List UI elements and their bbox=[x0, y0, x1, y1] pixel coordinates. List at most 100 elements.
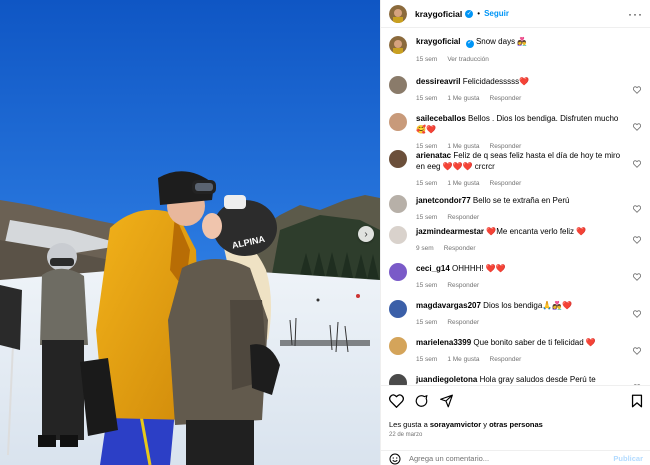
comment-username[interactable]: janetcondor77 bbox=[416, 196, 471, 205]
comment-row: janetcondor77 Bello se te extraña en Per… bbox=[389, 195, 643, 226]
comment-meta: 15 sem 1 Me gusta Responder bbox=[416, 354, 627, 365]
comment-username[interactable]: marielena3399 bbox=[416, 338, 471, 347]
avatar[interactable] bbox=[389, 300, 407, 318]
more-icon[interactable]: ··· bbox=[628, 8, 643, 20]
comment-time[interactable]: 15 sem bbox=[416, 212, 437, 223]
likes-joiner: y bbox=[481, 420, 490, 429]
comment-username[interactable]: dessireavril bbox=[416, 77, 460, 86]
caption: kraygoficial ✓ Snow days 👩‍❤️‍👨 15 sem V… bbox=[389, 36, 643, 76]
comment-text: Dios los bendiga🙏👩‍❤️‍👨❤️ bbox=[483, 301, 573, 310]
chevron-right-icon[interactable]: › bbox=[358, 226, 374, 242]
heart-icon[interactable] bbox=[633, 236, 641, 244]
comment-username[interactable]: magdavargas207 bbox=[416, 301, 481, 310]
author-username[interactable]: kraygoficial bbox=[415, 9, 462, 19]
verified-icon: ✓ bbox=[465, 9, 474, 18]
bookmark-icon[interactable] bbox=[631, 394, 643, 408]
post-actions: Les gusta a sorayamvictor y otras person… bbox=[381, 385, 650, 465]
comment-likes[interactable]: 1 Me gusta bbox=[447, 93, 479, 104]
avatar[interactable] bbox=[389, 374, 407, 385]
avatar[interactable] bbox=[389, 263, 407, 281]
comment-likes[interactable]: 1 Me gusta bbox=[447, 354, 479, 365]
heart-icon[interactable] bbox=[633, 86, 641, 94]
comment-text: Bello se te extraña en Perú bbox=[472, 196, 570, 205]
post-side-panel: kraygoficial ✓ • Seguir ··· kraygoficial… bbox=[380, 0, 650, 465]
separator-dot: • bbox=[477, 9, 481, 18]
post-header: kraygoficial ✓ • Seguir ··· bbox=[381, 0, 650, 28]
comment-username[interactable]: jazmindearmestar bbox=[416, 227, 484, 236]
comment-meta: 15 sem 1 Me gusta Responder bbox=[416, 93, 627, 104]
avatar[interactable] bbox=[389, 4, 407, 23]
likes-prefix: Les gusta a bbox=[389, 420, 430, 429]
comment-row: saileceballos Bellos . Dios los bendiga.… bbox=[389, 113, 643, 150]
comment-text: Que bonito saber de ti felicidad ❤️ bbox=[473, 338, 596, 347]
comment-reply[interactable]: Responder bbox=[447, 317, 479, 328]
avatar[interactable] bbox=[389, 113, 407, 131]
comment-reply[interactable]: Responder bbox=[447, 280, 479, 291]
likes-user[interactable]: sorayamvictor bbox=[430, 420, 481, 429]
heart-icon[interactable] bbox=[633, 205, 641, 213]
avatar[interactable] bbox=[389, 76, 407, 94]
comment-likes[interactable]: 1 Me gusta bbox=[447, 178, 479, 189]
comment-meta: 15 sem Responder bbox=[416, 317, 627, 328]
comment-text: ❤️Me encanta verlo feliz ❤️ bbox=[486, 227, 587, 236]
publish-button[interactable]: Publicar bbox=[613, 454, 643, 463]
comment-reply[interactable]: Responder bbox=[444, 243, 476, 254]
caption-text: Snow days 👩‍❤️‍👨 bbox=[475, 37, 528, 46]
comment-meta: 15 sem Responder bbox=[416, 280, 627, 291]
comment-username[interactable]: arienatac bbox=[416, 151, 451, 160]
avatar[interactable] bbox=[389, 36, 407, 54]
comment-text: OHHHH! ❤️❤️ bbox=[452, 264, 506, 273]
comment-meta: 9 sem Responder bbox=[416, 243, 627, 254]
comment-reply[interactable]: Responder bbox=[490, 93, 522, 104]
heart-icon[interactable] bbox=[633, 273, 641, 281]
comment-time[interactable]: 15 sem bbox=[416, 178, 437, 189]
comment-text: Felicidadesssss❤️ bbox=[462, 77, 530, 86]
likes-summary: Les gusta a sorayamvictor y otras person… bbox=[389, 420, 543, 429]
comment-row: magdavargas207 Dios los bendiga🙏👩‍❤️‍👨❤️… bbox=[389, 300, 643, 337]
heart-icon[interactable] bbox=[633, 160, 641, 168]
share-icon[interactable] bbox=[439, 394, 454, 408]
follow-button[interactable]: Seguir bbox=[484, 9, 509, 18]
comment-reply[interactable]: Responder bbox=[447, 212, 479, 223]
comment-username[interactable]: saileceballos bbox=[416, 114, 466, 123]
heart-icon[interactable] bbox=[633, 310, 641, 318]
comment-meta: 15 sem Responder bbox=[416, 212, 627, 223]
comment-row: dessireavril Felicidadesssss❤️ 15 sem 1 Me… bbox=[389, 76, 643, 113]
comment-username[interactable]: ceci_g14 bbox=[416, 264, 450, 273]
avatar[interactable] bbox=[389, 150, 407, 168]
avatar[interactable] bbox=[389, 337, 407, 355]
comment-time[interactable]: 15 sem bbox=[416, 93, 437, 104]
heart-icon[interactable] bbox=[633, 347, 641, 355]
comment-row: marielena3399 Que bonito saber de ti fel… bbox=[389, 337, 643, 374]
comment-reply[interactable]: Responder bbox=[490, 178, 522, 189]
comment-row: juandiegoletona Hola gray saludos desde … bbox=[389, 374, 643, 385]
translate-link[interactable]: Ver traducción bbox=[447, 54, 489, 65]
verified-icon: ✓ bbox=[465, 39, 474, 48]
comment-time[interactable]: 15 sem bbox=[416, 354, 437, 365]
comment-icon[interactable] bbox=[414, 394, 429, 408]
comments-list[interactable]: kraygoficial ✓ Snow days 👩‍❤️‍👨 15 sem V… bbox=[381, 28, 650, 385]
caption-username[interactable]: kraygoficial bbox=[416, 37, 460, 46]
comment-reply[interactable]: Responder bbox=[490, 354, 522, 365]
heart-icon[interactable] bbox=[633, 123, 641, 131]
avatar[interactable] bbox=[389, 226, 407, 244]
comment-row: jazmindearmestar ❤️Me encanta verlo feli… bbox=[389, 226, 643, 263]
comment-time[interactable]: 15 sem bbox=[416, 280, 437, 291]
comment-row: arienatac Feliz de q seas feliz hasta el… bbox=[389, 150, 643, 195]
action-bar bbox=[389, 394, 643, 408]
comment-time[interactable]: 15 sem bbox=[416, 317, 437, 328]
post-photo: ALPINA › bbox=[0, 0, 380, 465]
comment-username[interactable]: juandiegoletona bbox=[416, 375, 477, 384]
comment-time[interactable]: 9 sem bbox=[416, 243, 434, 254]
heart-icon[interactable] bbox=[389, 394, 404, 408]
likes-others[interactable]: otras personas bbox=[489, 420, 543, 429]
comment-meta: 15 sem 1 Me gusta Responder bbox=[416, 178, 627, 189]
avatar[interactable] bbox=[389, 195, 407, 213]
post-date[interactable]: 22 de marzo bbox=[389, 432, 422, 438]
comment-input[interactable] bbox=[409, 454, 614, 463]
caption-time[interactable]: 15 sem bbox=[416, 54, 437, 65]
add-comment-bar: Publicar bbox=[381, 450, 650, 465]
ski-kiss-photo: ALPINA bbox=[0, 0, 380, 465]
comment-row: ceci_g14 OHHHH! ❤️❤️ 15 sem Responder bbox=[389, 263, 643, 300]
emoji-icon[interactable] bbox=[389, 453, 401, 465]
